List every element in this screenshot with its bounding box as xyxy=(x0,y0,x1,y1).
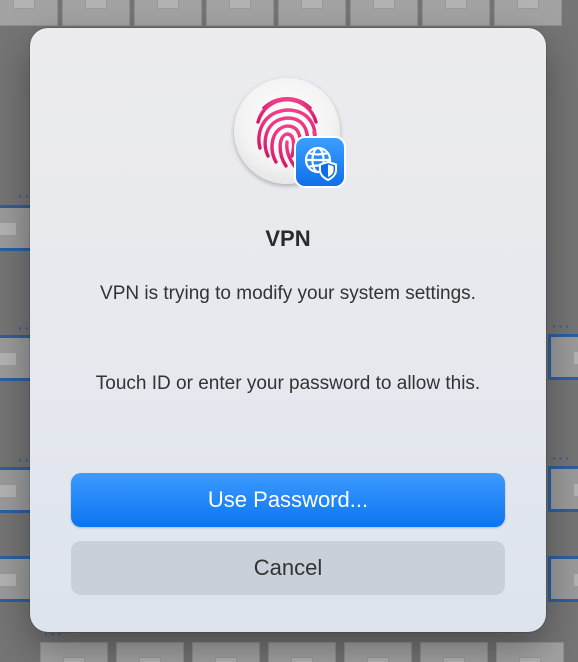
globe-shield-icon xyxy=(294,136,346,188)
dialog-title: VPN xyxy=(265,226,311,251)
authorization-dialog: VPN VPN is trying to modify your system … xyxy=(30,28,546,632)
cancel-label: Cancel xyxy=(253,555,323,580)
use-password-button[interactable]: Use Password... xyxy=(71,473,505,527)
use-password-label: Use Password... xyxy=(207,487,369,512)
app-icon xyxy=(234,78,346,188)
dialog-message: VPN is trying to modify your system sett… xyxy=(100,283,476,304)
cancel-button[interactable]: Cancel xyxy=(71,541,505,595)
dialog-prompt: Touch ID or enter your password to allow… xyxy=(95,373,481,394)
